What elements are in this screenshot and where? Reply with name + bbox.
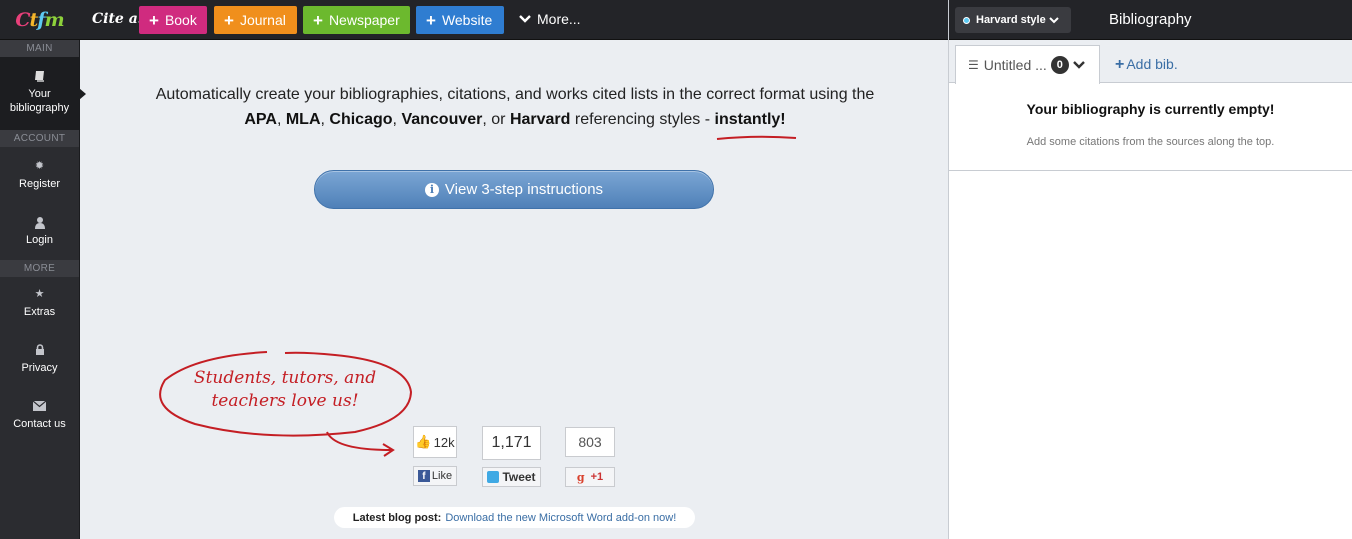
cite-journal-button[interactable]: + Journal — [214, 6, 297, 34]
sidebar-item-your-bibliography[interactable]: Your bibliography — [0, 57, 86, 130]
testimonial-note: Students, tutors, and teachers love us! — [193, 368, 377, 411]
empty-bibliography-notice: Your bibliography is currently empty! Ad… — [949, 83, 1352, 171]
gear-icon: ✹ — [34, 160, 45, 172]
facebook-like-button[interactable]: f Like — [413, 466, 457, 486]
panel-title: Bibliography — [1109, 11, 1192, 28]
latest-blog-post: Latest blog post: Download the new Micro… — [334, 507, 695, 528]
google-plus-count: 803 — [565, 427, 615, 457]
facebook-icon: f — [417, 470, 430, 482]
thumbs-up-icon: 👍 — [415, 434, 432, 449]
list-icon: ☰ — [968, 58, 979, 72]
sidebar-item-login[interactable]: Login — [0, 203, 79, 260]
empty-title: Your bibliography is currently empty! — [1026, 101, 1275, 117]
chevron-down-icon — [519, 15, 531, 23]
info-icon: i — [424, 182, 439, 197]
tweet-button[interactable]: Tweet — [482, 467, 541, 487]
star-icon: ★ — [34, 288, 45, 300]
empty-hint: Add some citations from the sources alon… — [1026, 136, 1275, 148]
lock-icon — [35, 343, 45, 357]
cite-label: Cite a: — [92, 11, 143, 27]
bibliography-tabs: ☰ Untitled ... 0 + Add bib. — [949, 40, 1352, 84]
more-sources-button[interactable]: More... — [519, 11, 581, 27]
style-dot-icon — [963, 16, 970, 24]
add-bibliography-button[interactable]: + Add bib. — [1115, 56, 1178, 74]
intro-text: Automatically create your bibliographies… — [155, 86, 875, 128]
view-instructions-button[interactable]: i View 3-step instructions — [314, 170, 714, 209]
sidebar-section-more: MORE — [0, 260, 79, 277]
plus-icon: + — [426, 10, 436, 30]
sidebar-item-register[interactable]: ✹ Register — [0, 147, 79, 203]
envelope-icon — [33, 399, 46, 413]
user-icon — [34, 215, 46, 229]
chevron-down-icon — [1049, 16, 1059, 23]
google-plus-widget: 803 g +1 — [565, 427, 615, 487]
google-icon: g — [576, 470, 585, 484]
bibliography-header: Harvard style Bibliography — [949, 0, 1352, 40]
instantly-emphasis: instantly! — [714, 111, 786, 128]
cite-website-button[interactable]: + Website — [416, 6, 504, 34]
underline-swash — [716, 135, 797, 140]
tweet-count: 1,171 — [482, 426, 541, 460]
citation-count-badge: 0 — [1050, 56, 1069, 74]
facebook-like-widget: 👍 12k f Like — [413, 426, 457, 486]
twitter-icon — [487, 471, 500, 483]
google-plus-button[interactable]: g +1 — [565, 467, 615, 487]
plus-icon: + — [224, 10, 234, 30]
book-icon — [34, 69, 46, 83]
chevron-down-icon[interactable] — [1072, 61, 1085, 69]
sidebar-item-privacy[interactable]: Privacy — [0, 333, 79, 389]
sidebar-item-contact-us[interactable]: Contact us — [0, 389, 79, 445]
cite-newspaper-button[interactable]: + Newspaper — [303, 6, 410, 34]
tab-untitled-bibliography[interactable]: ☰ Untitled ... 0 — [955, 45, 1100, 84]
plus-icon: + — [1115, 56, 1125, 73]
citation-style-dropdown[interactable]: Harvard style — [955, 7, 1071, 33]
top-bar: Ctfm Cite a: + Book + Journal + Newspaper +… — [0, 0, 949, 40]
site-logo[interactable]: Ctfm — [0, 0, 79, 40]
facebook-like-count: 👍 12k — [413, 426, 457, 458]
blog-post-link[interactable]: Download the new Microsoft Word add-on n… — [445, 512, 676, 524]
plus-icon: + — [313, 10, 323, 30]
sidebar-item-extras[interactable]: ★ Extras — [0, 277, 79, 333]
sidebar-section-main: MAIN — [0, 40, 79, 57]
cite-book-button[interactable]: + Book — [139, 6, 207, 34]
sidebar-section-account: ACCOUNT — [0, 130, 79, 147]
plus-icon: + — [149, 10, 159, 30]
twitter-tweet-widget: 1,171 Tweet — [482, 426, 541, 487]
sidebar: MAIN Your bibliography ACCOUNT ✹ Registe… — [0, 40, 86, 539]
bibliography-panel: Harvard style Bibliography ☰ Untitled ..… — [948, 0, 1352, 539]
